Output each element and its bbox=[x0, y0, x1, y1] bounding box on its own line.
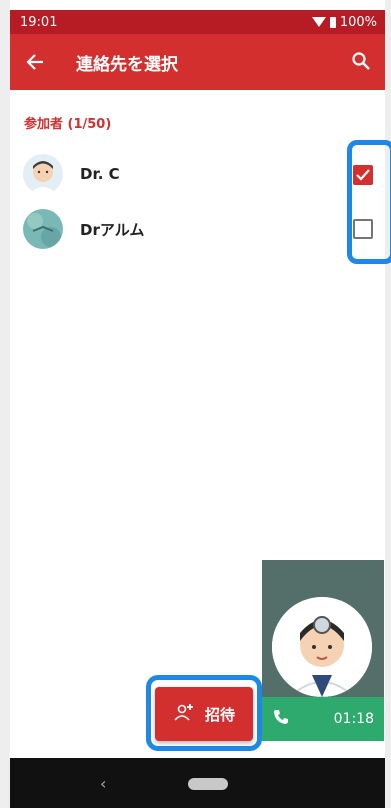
call-elapsed-time: 01:18 bbox=[333, 711, 374, 727]
contact-name: Dr. C bbox=[80, 165, 120, 183]
contact-row-dr-c[interactable]: Dr. C bbox=[10, 146, 385, 202]
invite-button[interactable]: 招待 bbox=[155, 687, 253, 741]
battery-percent: 100% bbox=[339, 14, 377, 30]
nav-back-icon[interactable]: ‹ bbox=[100, 774, 106, 793]
nav-home-icon[interactable] bbox=[188, 778, 228, 790]
back-arrow-icon[interactable] bbox=[24, 51, 46, 73]
system-nav-bar: ‹ bbox=[10, 758, 385, 808]
phone-icon bbox=[272, 708, 290, 730]
add-person-icon bbox=[173, 701, 195, 727]
wifi-icon bbox=[311, 17, 326, 27]
checkbox-highlight-frame bbox=[347, 140, 391, 264]
contact-row-dr-arumu[interactable]: Drアルム bbox=[10, 201, 385, 257]
screen-frame-right bbox=[385, 0, 391, 808]
status-time: 19:01 bbox=[20, 14, 58, 30]
call-status-bar[interactable]: 01:18 bbox=[262, 697, 384, 741]
status-icons: 100% bbox=[311, 14, 377, 30]
contact-name: Drアルム bbox=[80, 220, 145, 239]
doctor-avatar bbox=[272, 597, 372, 697]
search-icon[interactable] bbox=[351, 51, 373, 73]
page-title: 連絡先を選択 bbox=[76, 54, 178, 75]
avatar-dr-c bbox=[23, 154, 63, 194]
app-bar: 連絡先を選択 bbox=[10, 34, 385, 90]
status-bar: 19:01 100% bbox=[10, 10, 385, 34]
invite-button-label: 招待 bbox=[204, 705, 235, 724]
avatar-dr-arumu bbox=[23, 209, 63, 249]
screen-frame-left bbox=[0, 0, 10, 808]
participants-count-label: 参加者 (1/50) bbox=[24, 117, 112, 132]
battery-icon bbox=[329, 16, 336, 28]
